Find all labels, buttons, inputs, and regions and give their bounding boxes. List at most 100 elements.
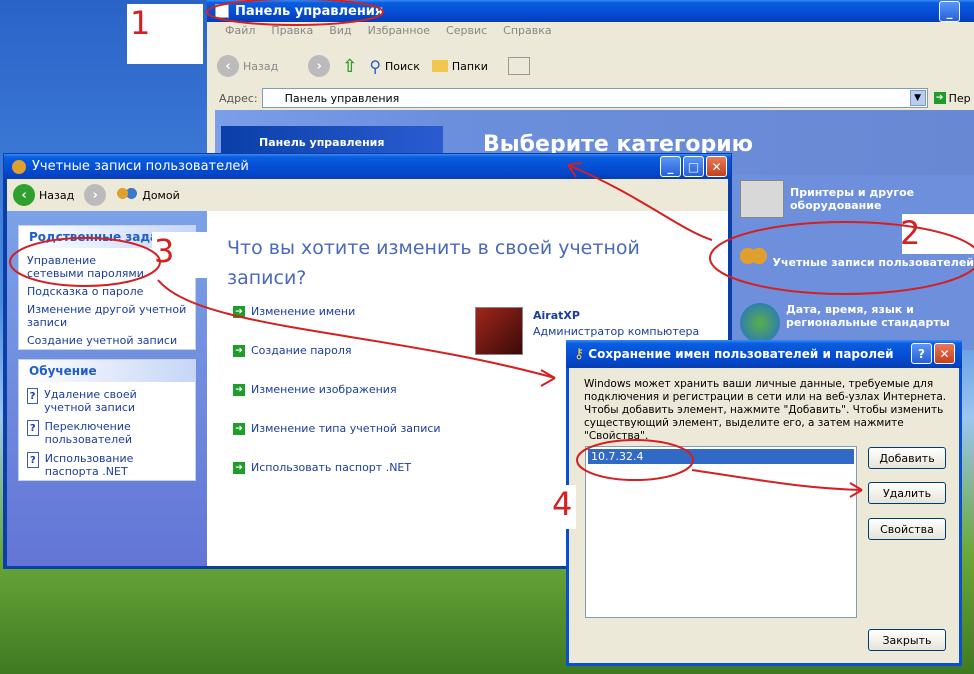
list-item[interactable]: 10.7.32.4 [588,449,854,464]
ua-heading: Что вы хотите изменить в своей учетной з… [227,237,640,289]
help-icon: ? [27,388,39,404]
cp-title: Панель управления [235,3,384,19]
ua-home-button[interactable]: Домой [116,187,180,203]
annotation-number-3: 3 [154,232,175,270]
related-item-network-passwords[interactable]: Управление сетевыми паролями [27,254,152,280]
printer-icon [740,180,784,218]
ua-action-list: ➔ Изменение имени ➔ Создание пароля ➔ Измен… [233,305,441,474]
ua-home-label: Домой [142,188,180,202]
cp-folders-button[interactable]: Папки [431,60,488,73]
learn-title: Обучение [19,360,195,382]
related-item-change-other[interactable]: Изменение другой учетной записи [27,303,187,329]
learn-item-2[interactable]: ? Переключение пользователей [27,420,187,446]
related-item-create-account[interactable]: Создание учетной записи [27,334,187,347]
up-folder-icon[interactable]: ⇧ [342,56,357,77]
action-create-password[interactable]: ➔ Создание пароля [233,344,441,357]
category-datetime[interactable]: Дата, время, язык и региональные стандар… [740,303,970,343]
ua-minimize-button[interactable]: _ [660,156,681,177]
ua-title: Учетные записи пользователей [32,159,249,174]
key-icon: ⚷ [574,346,585,362]
properties-button[interactable]: Свойства [868,518,946,540]
action-change-name-label: Изменение имени [251,305,356,318]
learn-item-3-label: Использование паспорта .NET [44,452,134,478]
go-arrow-icon: ➔ [933,92,946,104]
menu-view[interactable]: Вид [329,24,351,44]
globe-icon [740,303,780,343]
views-icon[interactable] [507,57,530,75]
help-icon: ? [27,420,39,436]
green-arrow-icon: ➔ [233,422,245,435]
cp-menu-bar: Файл Правка Вид Избранное Сервис Справка [207,24,552,44]
go-button[interactable]: ➔ Пер [933,91,971,105]
users-icon [740,242,767,282]
dialog-close-button[interactable]: ✕ [934,343,955,364]
dialog-title-bar[interactable]: ⚷ Сохранение имен пользователей и пароле… [566,340,962,368]
cp-back-button[interactable]: ‹ Назад [217,55,278,77]
action-create-password-label: Создание пароля [251,344,352,357]
learn-item-1[interactable]: ? Удаление своей учетной записи [27,388,187,414]
ua-close-button[interactable]: ✕ [706,156,727,177]
cp-minimize-button[interactable]: _ [939,1,960,22]
credentials-list[interactable]: 10.7.32.4 [585,446,857,618]
learn-item-1-label: Удаление своей учетной записи [44,388,137,414]
action-change-name[interactable]: ➔ Изменение имени [233,305,441,318]
menu-edit[interactable]: Правка [271,24,313,44]
related-item-password-hint[interactable]: Подсказка о пароле [27,285,187,298]
ua-forward-arrow-icon[interactable]: › [84,184,107,206]
go-label: Пер [948,91,971,105]
learn-item-3[interactable]: ? Использование паспорта .NET [27,452,187,478]
action-change-picture[interactable]: ➔ Изменение изображения [233,383,441,396]
add-button[interactable]: Добавить [868,447,946,469]
green-arrow-icon: ➔ [233,344,245,357]
folders-icon [431,60,448,72]
ua-back-button[interactable]: ‹ Назад [13,184,74,206]
menu-tools[interactable]: Сервис [446,24,487,44]
ua-toolbar: ‹ Назад › Домой [7,179,728,211]
category-printers-label: Принтеры и другое оборудование [790,186,915,212]
action-change-type-label: Изменение типа учетной записи [251,422,441,435]
user-role: Администратор компьютера [533,325,700,338]
password-dialog: ⚷ Сохранение имен пользователей и пароле… [566,340,962,666]
dialog-close-action-button[interactable]: Закрыть [868,629,946,651]
user-name: AiratXP [533,309,580,322]
category-printers[interactable]: Принтеры и другое оборудование [740,180,970,218]
ua-title-bar[interactable]: Учетные записи пользователей _ □ ✕ [4,154,731,179]
cp-search-label: Поиск [385,59,420,73]
address-dropdown-button[interactable]: ▼ [909,90,926,106]
address-label: Адрес: [219,91,258,105]
home-icon [116,187,139,203]
green-arrow-icon: ➔ [233,461,245,474]
cp-search-button[interactable]: ⚲ Поиск [369,57,420,76]
green-arrow-icon: ➔ [233,305,245,318]
address-value: Панель управления [284,91,400,105]
category-datetime-label: Дата, время, язык и региональные стандар… [786,303,950,329]
search-icon: ⚲ [369,56,382,76]
ua-back-arrow-icon: ‹ [13,184,35,206]
menu-file[interactable]: Файл [225,24,255,44]
action-change-type[interactable]: ➔ Изменение типа учетной записи [233,422,441,435]
user-avatar [475,307,523,355]
action-net-passport-label: Использовать паспорт .NET [251,461,412,474]
learn-item-2-label: Переключение пользователей [44,420,133,446]
dialog-help-button[interactable]: ? [911,343,932,364]
ua-maximize-button[interactable]: □ [683,156,704,177]
ua-back-label: Назад [39,188,75,202]
forward-arrow-icon[interactable]: › [308,55,331,77]
menu-favorites[interactable]: Избранное [368,24,430,44]
menu-help[interactable]: Справка [503,24,551,44]
category-user-accounts-label: Учетные записи пользователей [772,255,974,269]
cp-window-icon [215,4,229,18]
green-arrow-icon: ➔ [233,383,245,396]
address-field[interactable]: Панель управления ▼ [261,88,928,108]
category-user-accounts[interactable]: Учетные записи пользователей [740,242,974,282]
annotation-number-4: 4 [552,485,573,523]
back-arrow-icon: ‹ [217,55,239,77]
cp-side-panel-title: Панель управления [259,135,385,149]
cp-title-bar[interactable]: Панель управления _ [207,0,974,22]
learn-panel: Обучение ? Удаление своей учетной записи … [18,359,196,481]
annotation-number-1: 1 [130,4,151,42]
action-net-passport[interactable]: ➔ Использовать паспорт .NET [233,461,441,474]
remove-button[interactable]: Удалить [868,482,946,504]
cp-back-label: Назад [243,59,279,73]
dialog-description: Windows может хранить ваши личные данные… [584,378,947,442]
